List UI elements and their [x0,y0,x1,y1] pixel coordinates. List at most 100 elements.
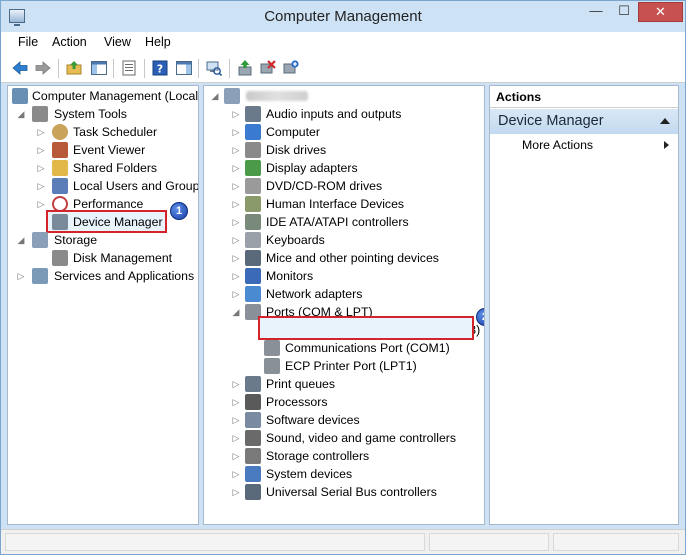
device-category-keyboard[interactable]: ▷ Keyboards [204,231,482,249]
expand-arrow-icon[interactable]: ▷ [36,177,46,195]
menu-help[interactable]: Help [145,35,171,49]
disable-device-icon[interactable] [259,59,277,77]
properties-icon[interactable] [120,59,138,77]
device-category-printer[interactable]: ▷ Print queues [204,375,482,393]
tree-item-computer-root[interactable]: ◢ [204,87,482,105]
device-label: Print queues [266,377,336,391]
tree-item-local-users-and-groups[interactable]: ▷ Local Users and Groups [8,177,198,195]
tree-item-services-and-applications[interactable]: ▷ Services and Applications [8,267,196,285]
device-category-display-adapter[interactable]: ▷ Display adapters [204,159,482,177]
menu-action[interactable]: Action [52,35,87,49]
minimize-button[interactable]: — [583,2,609,22]
collapse-arrow-icon[interactable]: ◢ [16,105,26,123]
expand-arrow-icon[interactable]: ▷ [231,447,241,465]
expand-arrow-icon[interactable]: ▷ [36,123,46,141]
port-icon [264,340,280,356]
expand-arrow-icon[interactable]: ▷ [231,429,241,447]
back-arrow-icon[interactable] [11,59,29,77]
device-label: Mice and other pointing devices [266,251,439,265]
expand-arrow-icon[interactable]: ▷ [231,105,241,123]
device-category-port[interactable]: ECP Printer Port (LPT1) [204,357,482,375]
expand-arrow-icon[interactable]: ▷ [231,375,241,393]
expand-arrow-icon[interactable]: ▷ [36,195,46,213]
close-button[interactable]: ✕ [638,2,683,22]
expand-arrow-icon[interactable]: ▷ [231,159,241,177]
tree-item-shared-folders[interactable]: ▷ Shared Folders [8,159,196,177]
tree-item-system-tools[interactable]: ◢ System Tools [8,105,196,123]
expand-arrow-icon[interactable]: ▷ [231,267,241,285]
show-hide-console-tree-icon[interactable] [90,59,108,77]
expand-arrow-icon[interactable]: ▷ [231,393,241,411]
tree-item-storage[interactable]: ◢ Storage [8,231,196,249]
device-category-audio[interactable]: ▷ Audio inputs and outputs [204,105,482,123]
forward-arrow-icon[interactable] [34,59,52,77]
sound-icon [245,430,261,446]
expand-arrow-icon[interactable]: ▷ [16,267,26,285]
actions-header: Actions [490,86,678,108]
scan-hardware-changes-icon[interactable] [205,59,223,77]
expand-arrow-icon[interactable]: ▷ [231,141,241,159]
device-category-port[interactable]: Communications Port (COM1) [204,339,482,357]
up-folder-icon[interactable] [65,59,83,77]
device-tree-pane[interactable]: ◢ ▷ Audio inputs and outputs ▷ Computer ▷ Dis… [203,85,485,525]
collapse-arrow-icon[interactable]: ◢ [231,303,241,321]
actions-section-label: Device Manager [498,113,604,129]
update-driver-icon[interactable] [236,59,254,77]
expand-arrow-icon[interactable]: ▷ [36,159,46,177]
tree-item-computer-management[interactable]: Computer Management (Local [10,87,198,105]
tree-item-event-viewer[interactable]: ▷ Event Viewer [8,141,196,159]
expand-arrow-icon[interactable]: ▷ [231,483,241,501]
expand-arrow-icon[interactable]: ▷ [36,141,46,159]
actions-section-device-manager[interactable]: Device Manager [490,109,678,134]
computer-management-icon [12,88,28,104]
collapse-arrow-icon[interactable]: ◢ [16,231,26,249]
users-icon [52,178,68,194]
tree-item-label: Storage [54,233,98,247]
title-bar[interactable]: Computer Management — ☐ ✕ [1,1,685,31]
expand-arrow-icon[interactable]: ▷ [231,213,241,231]
device-category-hid[interactable]: ▷ Human Interface Devices [204,195,482,213]
device-category-computer[interactable]: ▷ Computer [204,123,482,141]
expand-arrow-icon[interactable]: ▷ [231,177,241,195]
expand-arrow-icon[interactable]: ▷ [231,465,241,483]
expand-arrow-icon[interactable]: ▷ [231,249,241,267]
more-actions-link[interactable]: More Actions [522,138,593,152]
expand-arrow-icon[interactable]: ▷ [231,285,241,303]
expand-arrow-icon[interactable]: ▷ [231,231,241,249]
enable-device-icon[interactable] [282,59,300,77]
expand-arrow-icon[interactable]: ▷ [231,411,241,429]
device-category-network-adapter[interactable]: ▷ Network adapters [204,285,482,303]
device-category-processor[interactable]: ▷ Processors [204,393,482,411]
device-label: Keyboards [266,233,325,247]
device-category-dvd[interactable]: ▷ DVD/CD-ROM drives [204,177,482,195]
maximize-button[interactable]: ☐ [611,2,637,22]
console-tree-pane[interactable]: Computer Management (Local ◢ System Tool… [7,85,199,525]
show-hide-action-pane-icon[interactable] [175,59,193,77]
tree-item-disk-management[interactable]: Disk Management [8,249,196,267]
help-icon[interactable]: ? [151,59,169,77]
device-category-system-device[interactable]: ▷ System devices [204,465,482,483]
submenu-arrow-icon[interactable] [664,141,669,149]
collapse-section-icon[interactable] [660,118,670,124]
menu-file[interactable]: File [18,35,38,49]
tree-item-device-manager[interactable]: Device Manager [8,213,196,231]
device-category-usb[interactable]: ▷ Universal Serial Bus controllers [204,483,482,501]
device-category-sound[interactable]: ▷ Sound, video and game controllers [204,429,482,447]
device-category-software-device[interactable]: ▷ Software devices [204,411,482,429]
expand-arrow-icon[interactable]: ▷ [231,195,241,213]
computer-root-icon [224,88,240,104]
device-category-disk-drive[interactable]: ▷ Disk drives [204,141,482,159]
menu-view[interactable]: View [104,35,131,49]
expand-arrow-icon[interactable]: ▷ [231,123,241,141]
device-label: Computer [266,125,320,139]
device-category-mouse[interactable]: ▷ Mice and other pointing devices [204,249,482,267]
device-category-ide[interactable]: ▷ IDE ATA/ATAPI controllers [204,213,482,231]
device-label: Audio inputs and outputs [266,107,402,121]
device-category-monitor[interactable]: ▷ Monitors [204,267,482,285]
device-category-storage-controller[interactable]: ▷ Storage controllers [204,447,482,465]
event-viewer-icon [52,142,68,158]
audio-icon [245,106,261,122]
collapse-arrow-icon[interactable]: ◢ [210,87,220,105]
tree-item-task-scheduler[interactable]: ▷ Task Scheduler [8,123,196,141]
aten-port-highlight [258,316,474,340]
